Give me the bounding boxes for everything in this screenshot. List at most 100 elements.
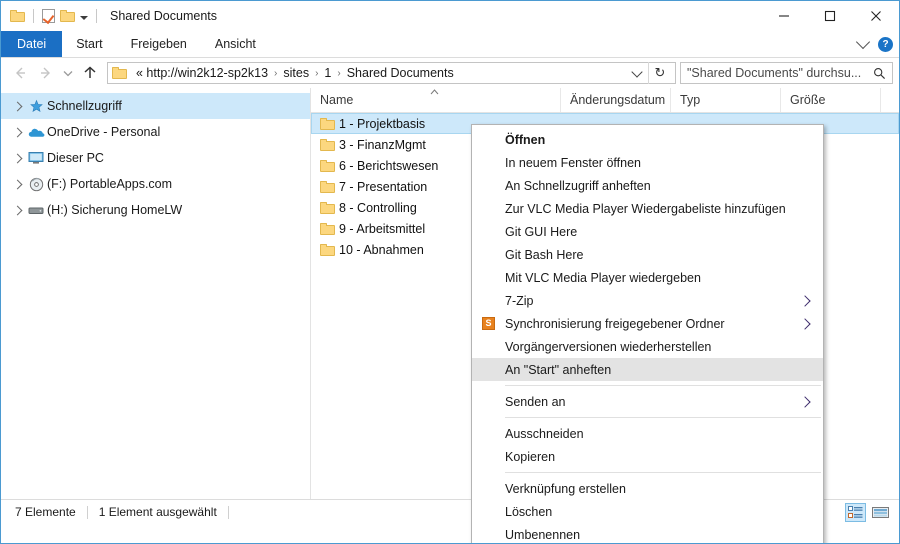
sidebar-item-dieser-pc[interactable]: Dieser PC — [1, 145, 310, 171]
expand-chevron-icon[interactable] — [9, 179, 25, 189]
up-button[interactable] — [77, 60, 103, 86]
menu-item-verknuepfung-erstellen[interactable]: Verknüpfung erstellen — [472, 477, 823, 500]
breadcrumb-item-1[interactable]: 1 — [319, 66, 336, 80]
maximize-button[interactable] — [807, 1, 853, 31]
help-icon[interactable]: ? — [878, 36, 893, 52]
column-header-name[interactable]: Name — [311, 88, 561, 112]
folder-icon — [320, 243, 339, 256]
column-header-date[interactable]: Änderungsdatum — [561, 88, 671, 112]
forward-button[interactable] — [33, 60, 59, 86]
details-view-button[interactable] — [845, 502, 866, 522]
sidebar-item-schnellzugriff[interactable]: Schnellzugriff — [1, 93, 310, 119]
expand-chevron-icon[interactable] — [9, 127, 25, 137]
breadcrumb-item-sites[interactable]: sites — [278, 66, 314, 80]
menu-item-mit-vlc-wiedergeben[interactable]: Mit VLC Media Player wiedergeben — [472, 266, 823, 289]
menu-item-label: An Schnellzugriff anheften — [505, 178, 651, 193]
menu-item-synchronisierung-freigegebener-ordner[interactable]: S Synchronisierung freigegebener Ordner — [472, 312, 823, 335]
menu-separator — [505, 417, 821, 418]
sync-icon: S — [482, 317, 495, 330]
column-headers: Name Änderungsdatum Typ Größe — [311, 88, 899, 113]
menu-item-label: Git Bash Here — [505, 247, 584, 262]
column-header-label: Größe — [790, 93, 826, 107]
menu-item-label: Git GUI Here — [505, 224, 578, 239]
menu-item-7-zip[interactable]: 7-Zip — [472, 289, 823, 312]
expand-chevron-icon[interactable] — [9, 153, 25, 163]
expand-chevron-icon[interactable] — [9, 205, 25, 215]
address-bar: « http://win2k12-sp2k13 › sites › 1 › Sh… — [1, 58, 899, 88]
customize-caret-icon[interactable] — [80, 15, 88, 20]
sidebar-item-label: OneDrive - Personal — [47, 125, 161, 139]
menu-item-vlc-playlist-hinzufuegen[interactable]: Zur VLC Media Player Wiedergabeliste hin… — [472, 197, 823, 220]
menu-item-loeschen[interactable]: Löschen — [472, 500, 823, 523]
folder-icon[interactable] — [10, 10, 25, 22]
column-header-size[interactable]: Größe — [781, 88, 881, 112]
menu-item-umbenennen[interactable]: Umbenennen — [472, 523, 823, 543]
breadcrumb-item-host[interactable]: « http://win2k12-sp2k13 — [130, 66, 273, 80]
folder-icon — [320, 117, 339, 130]
toolbar-divider-2 — [96, 9, 97, 23]
tab-ansicht[interactable]: Ansicht — [201, 31, 270, 57]
refresh-icon[interactable]: ↻ — [648, 62, 671, 84]
tab-datei[interactable]: Datei — [1, 31, 63, 57]
sidebar-item-label: Dieser PC — [47, 151, 104, 165]
recent-locations-button[interactable] — [59, 60, 77, 86]
file-name: 3 - FinanzMgmt — [339, 137, 426, 152]
properties-icon[interactable] — [42, 9, 55, 23]
address-input[interactable]: « http://win2k12-sp2k13 › sites › 1 › Sh… — [107, 62, 676, 84]
menu-item-senden-an[interactable]: Senden an — [472, 390, 823, 413]
address-dropdown-icon[interactable] — [631, 65, 643, 78]
folder-icon — [320, 201, 339, 214]
cloud-icon — [25, 126, 47, 139]
menu-item-git-bash-here[interactable]: Git Bash Here — [472, 243, 823, 266]
chevron-down-icon[interactable] — [855, 34, 871, 50]
menu-item-label: Senden an — [505, 394, 566, 409]
selection-status: 1 Element ausgewählt — [98, 505, 217, 519]
menu-item-label: An "Start" anheften — [505, 362, 612, 377]
menu-item-label: In neuem Fenster öffnen — [505, 155, 641, 170]
back-button[interactable] — [7, 60, 33, 86]
toolbar-divider — [33, 9, 34, 23]
quick-access-toolbar — [1, 1, 100, 31]
menu-item-ausschneiden[interactable]: Ausschneiden — [472, 422, 823, 445]
menu-item-git-gui-here[interactable]: Git GUI Here — [472, 220, 823, 243]
menu-item-in-neuem-fenster-oeffnen[interactable]: In neuem Fenster öffnen — [472, 151, 823, 174]
column-header-label: Änderungsdatum — [570, 93, 666, 107]
search-input[interactable]: "Shared Documents" durchsu... — [680, 62, 893, 84]
sidebar-item-sicherung-homelw[interactable]: (H:) Sicherung HomeLW — [1, 197, 310, 223]
menu-item-label: Mit VLC Media Player wiedergeben — [505, 270, 701, 285]
menu-item-vorgaengerversionen-wiederherstellen[interactable]: Vorgängerversionen wiederherstellen — [472, 335, 823, 358]
sidebar-item-portableapps[interactable]: (F:) PortableApps.com — [1, 171, 310, 197]
expand-chevron-icon[interactable] — [9, 101, 25, 111]
drive-icon — [25, 205, 47, 216]
column-header-label: Typ — [680, 93, 701, 107]
close-button[interactable] — [853, 1, 899, 31]
menu-item-label: Löschen — [505, 504, 553, 519]
submenu-chevron-icon — [799, 317, 811, 330]
column-header-type[interactable]: Typ — [671, 88, 781, 112]
ribbon-right-controls: ? — [855, 31, 893, 57]
minimize-button[interactable] — [761, 1, 807, 31]
menu-item-oeffnen[interactable]: Öffnen — [472, 128, 823, 151]
menu-item-kopieren[interactable]: Kopieren — [472, 445, 823, 468]
new-folder-icon[interactable] — [60, 10, 75, 22]
disc-icon — [25, 177, 47, 192]
submenu-chevron-icon — [799, 395, 811, 408]
address-folder-icon — [112, 67, 127, 79]
search-placeholder: "Shared Documents" durchsu... — [687, 66, 862, 80]
large-icons-view-button[interactable] — [870, 503, 891, 522]
file-name: 1 - Projektbasis — [339, 116, 426, 131]
tab-freigeben[interactable]: Freigeben — [117, 31, 201, 57]
menu-item-label: Kopieren — [505, 449, 556, 464]
menu-item-label: Öffnen — [505, 132, 546, 147]
tab-start[interactable]: Start — [62, 31, 116, 57]
sidebar-item-label: Schnellzugriff — [47, 99, 122, 113]
menu-item-an-start-anheften[interactable]: An "Start" anheften — [472, 358, 823, 381]
file-name: 8 - Controlling — [339, 200, 417, 215]
menu-item-an-schnellzugriff-anheften[interactable]: An Schnellzugriff anheften — [472, 174, 823, 197]
sidebar-item-onedrive[interactable]: OneDrive - Personal — [1, 119, 310, 145]
menu-separator — [505, 472, 821, 473]
menu-item-icon-slot: S — [472, 317, 505, 330]
status-divider — [86, 505, 88, 519]
folder-icon — [320, 180, 339, 193]
breadcrumb-item-shared-documents[interactable]: Shared Documents — [342, 66, 459, 80]
